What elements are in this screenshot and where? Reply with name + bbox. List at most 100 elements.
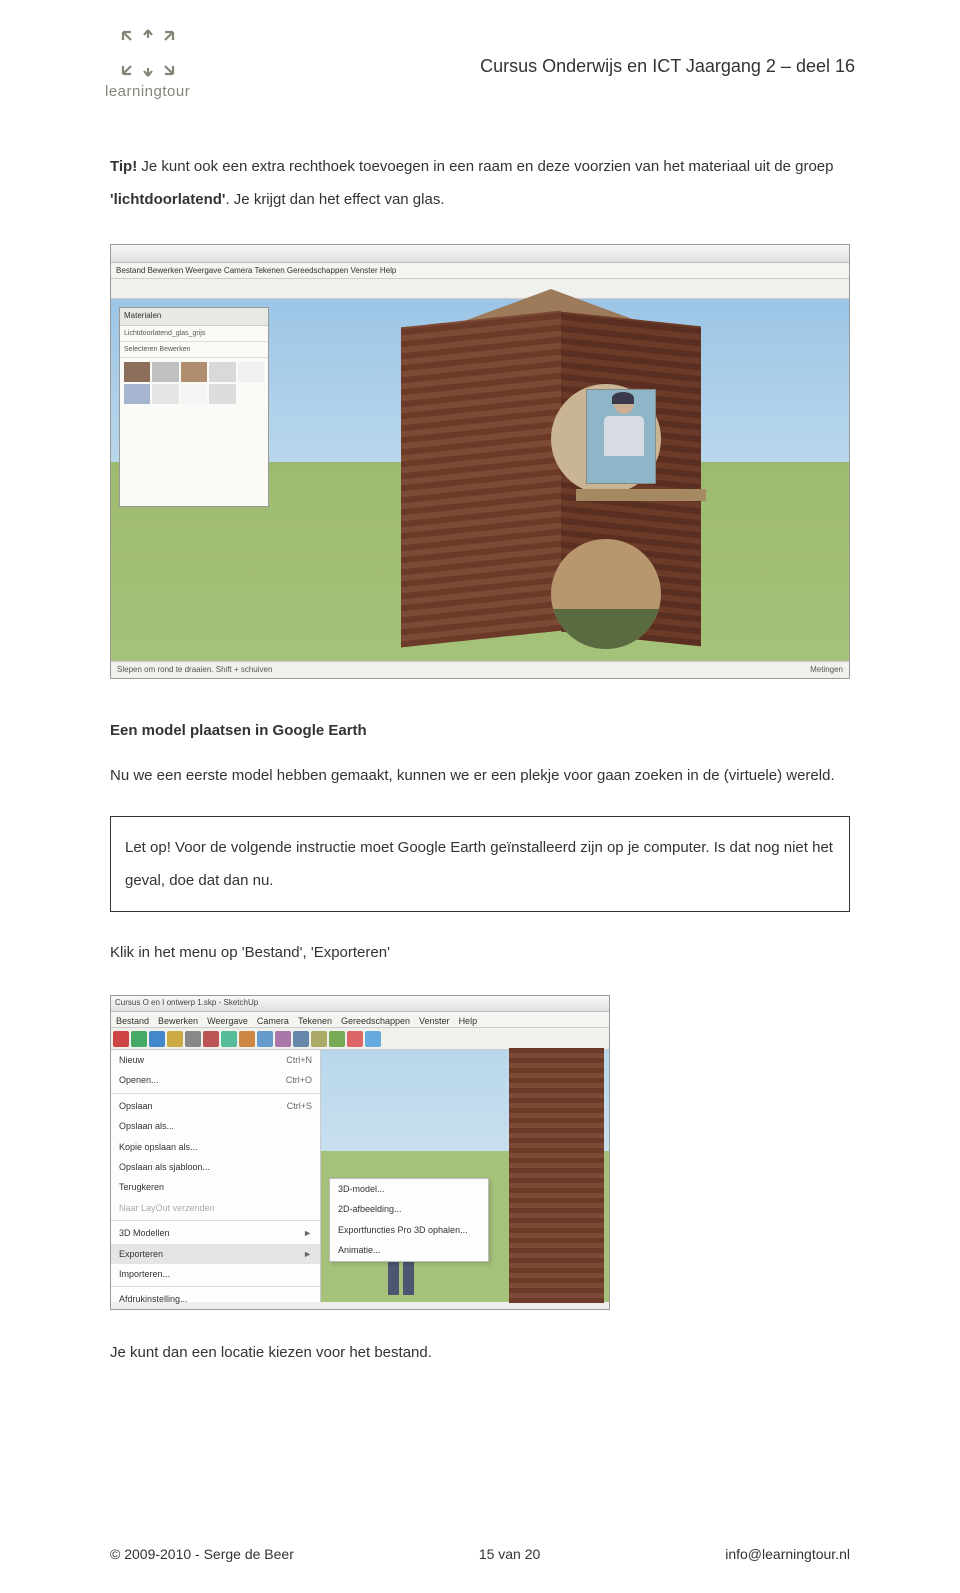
menu-item: Terugkeren bbox=[111, 1177, 320, 1197]
swatch bbox=[152, 362, 178, 382]
toolbar-icon bbox=[329, 1031, 345, 1047]
menu-item-shortcut: Ctrl+S bbox=[287, 1099, 312, 1113]
window-menubar: Bestand Bewerken Weergave Camera Tekenen… bbox=[111, 263, 849, 279]
menu-item-label: Nieuw bbox=[119, 1053, 144, 1067]
menubar-item: Camera bbox=[257, 1014, 289, 1025]
swatch bbox=[124, 362, 150, 382]
menubar-item: Gereedschappen bbox=[341, 1014, 410, 1025]
status-left: Slepen om rond te draaien. Shift + schui… bbox=[117, 664, 272, 677]
toolbar-icon bbox=[275, 1031, 291, 1047]
menu-separator bbox=[111, 1286, 320, 1287]
footer-page-number: 15 van 20 bbox=[479, 1543, 541, 1565]
menu-item: Kopie opslaan als... bbox=[111, 1137, 320, 1157]
brick-wall-model bbox=[509, 1048, 604, 1303]
window-statusbar: Slepen om rond te draaien. Shift + schui… bbox=[111, 661, 849, 679]
section-heading: Een model plaatsen in Google Earth bbox=[110, 719, 850, 743]
menu-item-label: Opslaan bbox=[119, 1099, 153, 1113]
swatch bbox=[152, 384, 178, 404]
tower-beam bbox=[576, 489, 706, 501]
paragraph-intro: Nu we een eerste model hebben gemaakt, k… bbox=[110, 759, 850, 792]
warning-label: Let op! bbox=[125, 839, 171, 856]
toolbar-icon bbox=[167, 1031, 183, 1047]
menu-separator bbox=[111, 1093, 320, 1094]
tower-lower-hole bbox=[551, 539, 661, 649]
paragraph-location: Je kunt dan een locatie kiezen voor het … bbox=[110, 1336, 850, 1369]
toolbar-icon bbox=[221, 1031, 237, 1047]
menu-item-label: Exporteren bbox=[119, 1247, 163, 1261]
tower-left-face bbox=[401, 311, 561, 648]
toolbar-icon bbox=[113, 1031, 129, 1047]
menu-item-label: Terugkeren bbox=[119, 1180, 164, 1194]
swatch bbox=[209, 362, 235, 382]
toolbar-icon bbox=[257, 1031, 273, 1047]
menu-item: 3D Modellen ► bbox=[111, 1223, 320, 1243]
page-header: learningtour Cursus Onderwijs en ICT Jaa… bbox=[0, 0, 960, 124]
swatch bbox=[124, 384, 150, 404]
materials-panel: Materialen Lichtdoorlatend_glas_grijs Se… bbox=[119, 307, 269, 507]
window-titlebar bbox=[111, 245, 849, 263]
menu-item-shortcut: Ctrl+N bbox=[286, 1053, 312, 1067]
menu-item-label: Importeren... bbox=[119, 1267, 170, 1281]
figure-hair bbox=[612, 392, 634, 404]
page-content: Tip! Je kunt ook een extra rechthoek toe… bbox=[0, 124, 960, 1369]
viewport-3d bbox=[321, 1050, 609, 1302]
screenshot-sketchup-materials: Bestand Bewerken Weergave Camera Tekenen… bbox=[110, 244, 850, 679]
toolbar-icon bbox=[131, 1031, 147, 1047]
materials-title: Materialen bbox=[120, 308, 268, 326]
export-submenu: 3D-model...2D-afbeelding...Exportfunctie… bbox=[329, 1178, 489, 1262]
footer-email: info@learningtour.nl bbox=[725, 1543, 850, 1565]
viewport-3d: Materialen Lichtdoorlatend_glas_grijs Se… bbox=[111, 299, 849, 661]
swatch bbox=[238, 362, 264, 382]
page-footer: © 2009-2010 - Serge de Beer 15 van 20 in… bbox=[0, 1543, 960, 1565]
toolbar-icon bbox=[293, 1031, 309, 1047]
menubar-item: Weergave bbox=[207, 1014, 248, 1025]
swatch bbox=[209, 384, 235, 404]
toolbar-icon bbox=[311, 1031, 327, 1047]
menu-item-shortcut: ► bbox=[303, 1247, 312, 1261]
menubar-item: Venster bbox=[419, 1014, 450, 1025]
status-right: Metingen bbox=[810, 664, 843, 677]
bestand-dropdown-menu: NieuwCtrl+NOpenen...Ctrl+OOpslaanCtrl+SO… bbox=[111, 1050, 321, 1302]
scale-figure bbox=[601, 394, 646, 472]
menu-item-label: 3D Modellen bbox=[119, 1226, 170, 1240]
materials-tabs: Selecteren Bewerken bbox=[120, 342, 268, 358]
submenu-item: Exportfuncties Pro 3D ophalen... bbox=[330, 1220, 488, 1240]
header-title: Cursus Onderwijs en ICT Jaargang 2 – dee… bbox=[225, 52, 855, 81]
footer-copyright: © 2009-2010 - Serge de Beer bbox=[110, 1543, 294, 1565]
toolbar-icon bbox=[203, 1031, 219, 1047]
menu-item: Opslaan Ctrl+S bbox=[111, 1096, 320, 1116]
menu-item-shortcut: ► bbox=[303, 1226, 312, 1240]
toolbar-icon bbox=[239, 1031, 255, 1047]
warning-text: Voor de volgende instructie moet Google … bbox=[125, 839, 833, 889]
menu-item-label: Naar LayOut verzenden bbox=[119, 1201, 215, 1215]
tip-label: Tip! bbox=[110, 158, 137, 175]
toolbar-icon bbox=[347, 1031, 363, 1047]
menu-item: Nieuw Ctrl+N bbox=[111, 1050, 320, 1070]
menubar-item: Help bbox=[459, 1014, 478, 1025]
menu-item: Exporteren ► bbox=[111, 1244, 320, 1264]
menu-item: Naar LayOut verzenden bbox=[111, 1198, 320, 1218]
menu-item: Importeren... bbox=[111, 1264, 320, 1284]
materials-swatches bbox=[120, 358, 268, 408]
menu-separator bbox=[111, 1220, 320, 1221]
warning-box: Let op! Voor de volgende instructie moet… bbox=[110, 816, 850, 912]
swatch bbox=[181, 384, 207, 404]
logo-arrows-icon bbox=[113, 28, 183, 78]
menu-item-label: Openen... bbox=[119, 1073, 159, 1087]
tip-keyword: 'lichtdoorlatend' bbox=[110, 191, 225, 208]
window-body: NieuwCtrl+NOpenen...Ctrl+OOpslaanCtrl+SO… bbox=[111, 1050, 609, 1302]
figure-body bbox=[604, 416, 644, 456]
swatch bbox=[181, 362, 207, 382]
logo-block: learningtour bbox=[105, 28, 190, 104]
menu-item-label: Kopie opslaan als... bbox=[119, 1140, 198, 1154]
paragraph-tip: Tip! Je kunt ook een extra rechthoek toe… bbox=[110, 150, 850, 216]
brick-tower-model bbox=[401, 289, 701, 649]
toolbar-icon bbox=[365, 1031, 381, 1047]
tip-text-2: . Je krijgt dan het effect van glas. bbox=[225, 191, 444, 208]
menubar-item: Bewerken bbox=[158, 1014, 198, 1025]
window-menubar: BestandBewerkenWeergaveCameraTekenenGere… bbox=[111, 1012, 609, 1028]
toolbar-icon bbox=[185, 1031, 201, 1047]
materials-field: Lichtdoorlatend_glas_grijs bbox=[120, 326, 268, 342]
submenu-item: 2D-afbeelding... bbox=[330, 1199, 488, 1219]
menu-item: Opslaan als... bbox=[111, 1116, 320, 1136]
